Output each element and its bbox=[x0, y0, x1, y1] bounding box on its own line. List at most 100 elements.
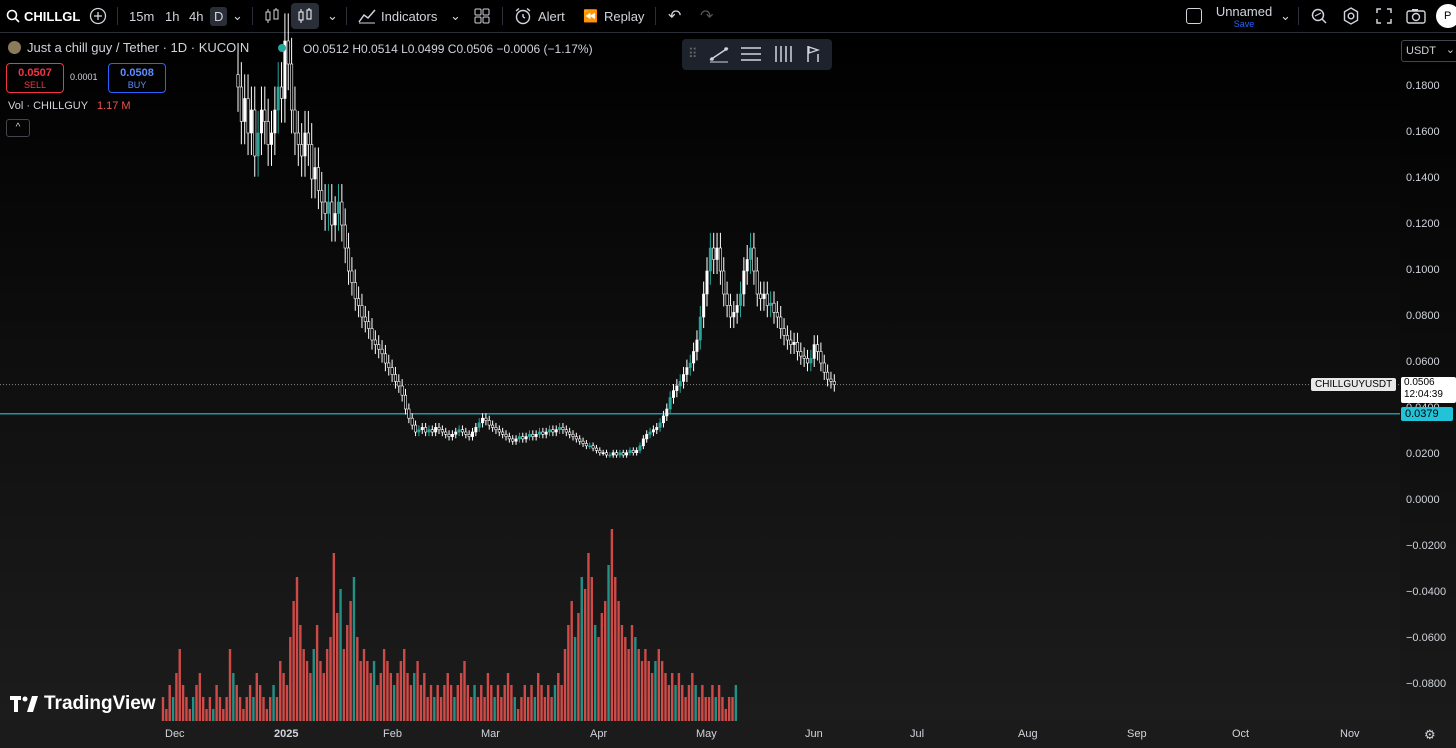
volume-bar bbox=[456, 685, 459, 721]
time-tick-label: Jul bbox=[910, 728, 925, 740]
candle-body bbox=[718, 247, 722, 272]
volume-bar bbox=[624, 637, 627, 721]
candle-body bbox=[578, 438, 582, 442]
volume-bar bbox=[339, 589, 342, 721]
candle-body bbox=[239, 86, 243, 122]
volume-bar bbox=[178, 649, 181, 721]
volume-bar bbox=[195, 685, 198, 721]
candle-body bbox=[608, 454, 612, 457]
volume-bar bbox=[202, 697, 205, 721]
candle-body bbox=[682, 374, 686, 382]
volume-bar bbox=[315, 625, 319, 721]
candle-body bbox=[728, 305, 732, 318]
volume-bar bbox=[687, 685, 691, 721]
candle-body bbox=[749, 247, 753, 260]
volume-bar bbox=[289, 637, 292, 721]
volume-bar bbox=[185, 697, 188, 721]
ohlc-values: O0.0512 H0.0514 L0.0499 C0.0506 −0.0006 … bbox=[303, 42, 593, 56]
volume-bar bbox=[292, 601, 295, 721]
volume-bar bbox=[650, 673, 654, 721]
price-tick-label: 0.0600 bbox=[1406, 356, 1440, 368]
volume-bar bbox=[707, 697, 711, 721]
axis-settings-button[interactable]: ⚙ bbox=[1424, 727, 1436, 743]
candle-body bbox=[454, 431, 458, 435]
volume-bar bbox=[640, 661, 644, 721]
horizontal-lines-icon[interactable] bbox=[740, 44, 762, 64]
candle-body bbox=[534, 433, 538, 437]
volume-bar bbox=[731, 697, 734, 721]
candle-body bbox=[604, 452, 608, 456]
volume-bar bbox=[620, 625, 624, 721]
candle-body bbox=[775, 312, 779, 318]
candle-body bbox=[769, 302, 773, 306]
candle-body bbox=[253, 109, 257, 157]
candle-body bbox=[266, 121, 270, 145]
candle-body bbox=[638, 445, 642, 451]
candle-body bbox=[548, 429, 552, 433]
volume-bar bbox=[657, 649, 660, 721]
volume-bar bbox=[476, 697, 480, 721]
volume-bar bbox=[459, 673, 463, 721]
volume-bar bbox=[228, 649, 232, 721]
volume-bar bbox=[500, 697, 503, 721]
chevron-down-icon: ⌄ bbox=[1445, 44, 1455, 56]
volume-bar bbox=[305, 661, 309, 721]
sell-button[interactable]: 0.0507 SELL bbox=[6, 63, 64, 93]
volume-bar bbox=[721, 697, 724, 721]
candle-body bbox=[296, 132, 300, 145]
current-price: 0.0506 bbox=[1404, 377, 1435, 388]
vertical-lines-icon[interactable] bbox=[772, 44, 794, 64]
time-tick-label: May bbox=[696, 728, 717, 740]
candle-body bbox=[742, 270, 746, 295]
candle-body bbox=[618, 452, 622, 456]
volume-bar bbox=[714, 697, 717, 721]
currency-select[interactable]: USDT ⌄ bbox=[1401, 40, 1456, 62]
volume-bar bbox=[614, 577, 617, 721]
candle-body bbox=[517, 436, 521, 440]
candle-body bbox=[280, 86, 284, 99]
candle-body bbox=[310, 144, 314, 180]
trend-line-icon[interactable] bbox=[708, 44, 730, 64]
candle-body bbox=[564, 429, 568, 433]
candle-body bbox=[383, 353, 387, 364]
volume-bar bbox=[205, 709, 208, 721]
candle-body bbox=[377, 344, 381, 350]
candle-body bbox=[708, 247, 712, 272]
candle-body bbox=[276, 86, 280, 111]
candle-body bbox=[615, 452, 619, 456]
brand-name: TradingView bbox=[44, 693, 156, 714]
volume-bar bbox=[681, 685, 684, 721]
candle-body bbox=[702, 293, 706, 318]
volume-bar bbox=[359, 661, 362, 721]
volume-bar bbox=[413, 673, 416, 721]
candle-body bbox=[658, 422, 662, 428]
candle-body bbox=[601, 452, 605, 455]
drag-handle-icon[interactable]: ⠿ bbox=[688, 46, 698, 62]
candle-body bbox=[819, 351, 823, 364]
symbol-title[interactable]: Just a chill guy / Tether · 1D · KUCOIN bbox=[27, 40, 249, 55]
buy-price: 0.0508 bbox=[120, 67, 154, 79]
volume-bar bbox=[520, 697, 523, 721]
price-tick-label: −0.0600 bbox=[1406, 632, 1447, 644]
candle-body bbox=[403, 394, 407, 410]
volume-bar bbox=[667, 685, 671, 721]
volume-bar bbox=[242, 709, 245, 721]
volume-bar bbox=[533, 697, 537, 721]
gear-icon: ⚙ bbox=[1424, 727, 1436, 742]
flag-marker-icon[interactable] bbox=[803, 44, 825, 64]
volume-bar bbox=[583, 589, 587, 721]
volume-bar bbox=[671, 673, 674, 721]
candle-body bbox=[387, 362, 391, 368]
candle-body bbox=[430, 429, 434, 433]
candle-body bbox=[712, 247, 716, 260]
candle-body bbox=[414, 424, 418, 433]
volume-bar bbox=[208, 697, 212, 721]
volume-bar bbox=[419, 685, 423, 721]
candle-body bbox=[333, 213, 337, 226]
horizontal-line-price: 0.0379 bbox=[1401, 407, 1453, 421]
collapse-legend-button[interactable]: ^ bbox=[6, 119, 30, 137]
candle-body bbox=[407, 408, 411, 419]
buy-button[interactable]: 0.0508 BUY bbox=[108, 63, 166, 93]
candle-body bbox=[350, 270, 354, 283]
candle-body bbox=[390, 367, 394, 375]
